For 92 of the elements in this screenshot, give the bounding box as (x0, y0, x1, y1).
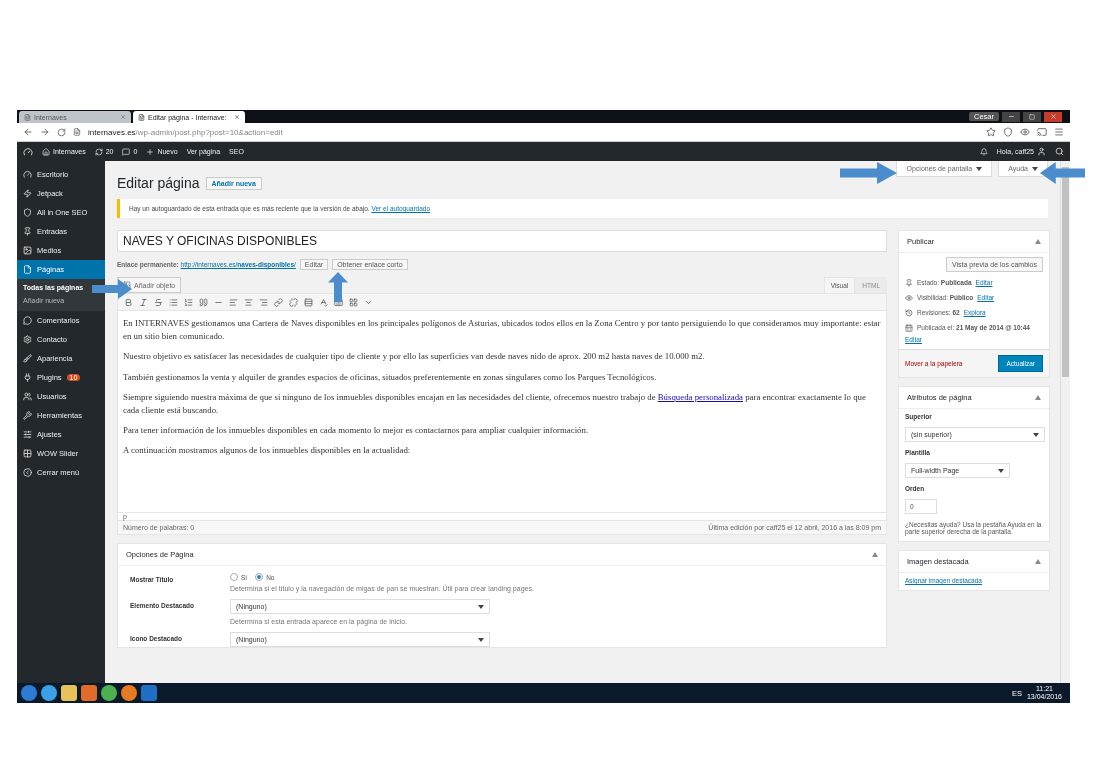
shield-icon (23, 208, 32, 217)
gear-icon (23, 335, 32, 344)
collapse-icon[interactable] (872, 552, 878, 557)
collapse-icon[interactable] (1035, 239, 1041, 244)
caret-icon (478, 637, 484, 642)
quote-icon[interactable] (199, 297, 208, 307)
title-field[interactable]: NAVES Y OFICINAS DISPONIBLES (117, 230, 887, 252)
editor-area[interactable] (117, 311, 887, 513)
align-left-icon[interactable] (229, 297, 238, 307)
close-icon[interactable] (120, 114, 126, 120)
minimize-button[interactable] (1002, 111, 1020, 122)
collapse-icon[interactable] (1035, 559, 1041, 564)
notification-icon[interactable] (979, 147, 988, 156)
strikethrough-icon[interactable] (154, 297, 163, 307)
extension-icon[interactable] (1020, 127, 1030, 137)
caret-icon (1033, 432, 1039, 437)
pin-icon (23, 227, 32, 236)
browser-icon[interactable] (121, 685, 137, 701)
home-icon (42, 147, 50, 156)
bullet-list-icon[interactable] (169, 297, 178, 307)
bold-icon[interactable] (124, 297, 133, 307)
extension-icon[interactable] (1003, 127, 1013, 137)
paragraph: Siempre siguiendo nuestra máxima de que si ninguno de los inmuebles disponibles encajan en las necesidades del cliente, ofrecemos nuestro trabajo de Búsqueda personalizada para encontrar exactamente lo que cada cliente está buscando. (123, 390, 867, 417)
page-icon (73, 128, 81, 136)
reload-icon[interactable] (57, 127, 66, 137)
refresh-icon (94, 147, 103, 156)
logo-icon[interactable] (23, 146, 33, 157)
grid-icon (23, 449, 32, 458)
text-link[interactable]: Búsqueda personalizada (657, 391, 743, 402)
cast-icon[interactable] (1037, 127, 1047, 137)
unlink-icon[interactable] (289, 297, 298, 307)
paragraph: También gestionamos la venta y alquiler de grandes espacios de oficinas, situados preferentemente en zonas singulares como los Parques Tecnológicos. (123, 370, 658, 384)
close-icon (1049, 113, 1057, 120)
close-icon[interactable] (234, 114, 240, 120)
browser-icon[interactable] (41, 685, 57, 701)
link-icon[interactable] (274, 297, 283, 307)
speech-bubble-icon (122, 147, 131, 156)
caret-icon (998, 468, 1004, 473)
star-icon[interactable] (986, 127, 996, 137)
menu-icon[interactable] (1054, 127, 1064, 137)
radio-button[interactable] (255, 573, 264, 581)
calendar-icon (905, 324, 913, 332)
paragraph: Nuestro objetivo es satisfacer las necesidades de cualquier tipo de cliente y por ello las superficies van desde naves nido de aprox. 200 m2 hasta naves de 10.000 m2. (123, 350, 706, 364)
start-icon[interactable] (21, 685, 37, 701)
paragraph: En INTERNAVES gestionamos una Cartera de Naves disponibles en los principales polígonos de Asturias, ubicados todos ellos en la Zona Centro y por tanto persiguiendo lo que consideramos muy importante: estar en un sitio bien comunicado. (123, 317, 881, 344)
sliders-icon (23, 430, 32, 439)
radio-button[interactable] (230, 573, 238, 581)
search-icon[interactable] (1055, 147, 1064, 156)
back-icon[interactable] (23, 127, 33, 137)
page-icon (24, 113, 31, 121)
address-field[interactable]: internaves.es/wp-admin/post.php?post=10&action=edit (88, 127, 283, 137)
read-more-icon[interactable] (304, 297, 313, 307)
collapse-icon (23, 468, 32, 477)
page-icon (138, 113, 145, 121)
keyboard-icon[interactable] (334, 297, 343, 307)
bolt-icon (23, 189, 32, 198)
collapse-icon[interactable] (1035, 395, 1041, 400)
browser-icon[interactable] (101, 685, 117, 701)
speech-bubble-icon (23, 316, 32, 325)
users-icon (23, 392, 32, 401)
annotation-arrow (328, 272, 348, 302)
gauge-icon (23, 170, 32, 179)
caret-icon (976, 166, 983, 171)
history-icon (905, 309, 913, 317)
pin-icon (905, 279, 913, 287)
align-right-icon[interactable] (259, 297, 268, 307)
eye-icon (905, 294, 913, 302)
paragraph: A continuación mostramos algunos de los inmuebles disponibles en la actualidad: (123, 444, 412, 458)
caret-icon (1032, 166, 1038, 171)
align-center-icon[interactable] (244, 297, 253, 307)
numbered-list-icon[interactable] (184, 297, 193, 307)
italic-icon[interactable] (139, 297, 148, 307)
spellcheck-icon[interactable] (319, 297, 328, 307)
user-icon (1037, 147, 1046, 156)
minimize-icon (1007, 113, 1015, 120)
brush-icon (23, 354, 32, 363)
annotation-arrow (92, 279, 132, 299)
plug-icon (23, 373, 32, 382)
maximize-icon (1029, 113, 1035, 120)
caret-icon (478, 604, 484, 609)
page-icon (23, 265, 32, 274)
paragraph: Para tener información de los inmuebles disponibles en cada momento lo mejor es contactarnos para ampliar cualquier información. (123, 424, 590, 438)
maximize-button[interactable] (1023, 111, 1041, 122)
page-title: Editar página (117, 175, 200, 191)
plus-icon (146, 147, 155, 156)
wrench-icon (23, 411, 32, 420)
annotation-arrow (840, 162, 897, 184)
image-icon (23, 246, 32, 255)
forward-icon[interactable] (40, 127, 50, 137)
grid-icon[interactable] (349, 297, 358, 307)
close-button[interactable] (1044, 111, 1062, 122)
annotation-arrow (1040, 162, 1085, 184)
